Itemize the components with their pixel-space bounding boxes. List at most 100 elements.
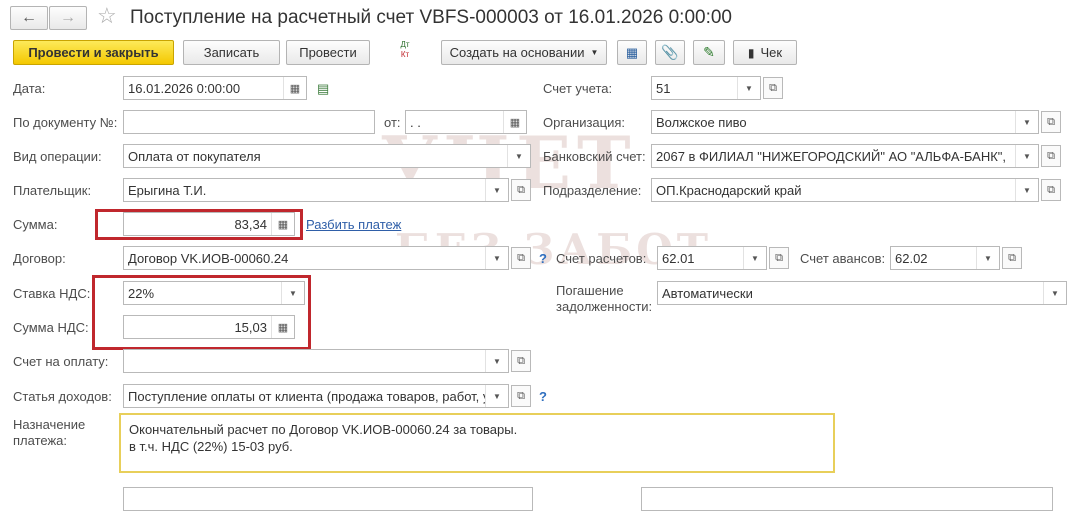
chevron-down-icon[interactable]: ▼ [485,247,508,269]
attach-button[interactable]: 📎 [655,40,685,65]
contract-field[interactable]: Договор VK.ИОВ-00060.24 ▼ [123,246,509,270]
kt-label: Кт [400,50,410,59]
income-help-icon[interactable]: ? [539,389,547,404]
chevron-down-icon[interactable]: ▼ [507,145,530,167]
bank-account-label: Банковский счет: [543,149,646,164]
calc-account-field[interactable]: 62.01 ▼ [657,246,767,270]
open-invoice-button[interactable]: ⧉ [511,350,531,372]
open-payer-button[interactable]: ⧉ [511,179,531,201]
contract-label: Договор: [13,251,66,266]
date-field[interactable]: 16.01.2026 0:00:00 ▦ [123,76,307,100]
chevron-down-icon[interactable]: ▼ [743,247,766,269]
chevron-down-icon[interactable]: ▼ [1015,179,1038,201]
account-label: Счет учета: [543,81,613,96]
window-title: Поступление на расчетный счет VBFS-00000… [130,7,732,28]
department-field[interactable]: ОП.Краснодарский край ▼ [651,178,1039,202]
organization-field[interactable]: Волжское пиво ▼ [651,110,1039,134]
payment-purpose-textarea[interactable]: Окончательный расчет по Договор VK.ИОВ-0… [119,413,835,473]
vat-highlight [92,275,311,350]
from-date-field[interactable]: . . ▦ [405,110,527,134]
organization-label: Организация: [543,115,626,130]
vat-rate-label: Ставка НДС: [13,286,91,301]
calendar-icon[interactable]: ▦ [503,111,526,133]
post-and-close-button[interactable]: Провести и закрыть [13,40,174,65]
receipt-button[interactable]: ▮ Чек [733,40,797,65]
doc-number-field[interactable] [123,110,375,134]
bank-account-field[interactable]: 2067 в ФИЛИАЛ "НИЖЕГОРОДСКИЙ" АО "АЛЬФА-… [651,144,1039,168]
arrow-left-icon: ← [21,9,37,26]
chevron-down-icon[interactable]: ▼ [485,385,508,407]
calendar-icon[interactable]: ▦ [283,77,306,99]
open-department-button[interactable]: ⧉ [1041,179,1061,201]
purpose-label-line1: Назначение [13,417,86,432]
create-based-on-button[interactable]: Создать на основании ▼ [441,40,607,65]
contract-value: Договор VK.ИОВ-00060.24 [128,250,289,266]
from-date-value: . . [410,114,421,130]
purpose-label-line2: платежа: [13,433,67,448]
chevron-down-icon[interactable]: ▼ [485,179,508,201]
operation-label: Вид операции: [13,149,102,164]
department-label: Подразделение: [543,183,642,198]
forward-button[interactable]: → [49,6,87,30]
open-contract-button[interactable]: ⧉ [511,247,531,269]
bank-account-value: 2067 в ФИЛИАЛ "НИЖЕГОРОДСКИЙ" АО "АЛЬФА-… [656,148,1007,164]
doc-number-label: По документу №: [13,115,118,130]
chevron-down-icon[interactable]: ▼ [737,77,760,99]
dt-kt-button[interactable]: Дт Кт [393,40,417,65]
organization-value: Волжское пиво [656,114,747,130]
open-income-item-button[interactable]: ⧉ [511,385,531,407]
structure-button[interactable]: ▦ [617,40,647,65]
invoice-label: Счет на оплату: [13,354,109,369]
dt-label: Дт [400,40,410,49]
cash-register-icon: ▮ [747,45,755,60]
document-list-icon[interactable]: ▤ [317,81,329,97]
income-item-field[interactable]: Поступление оплаты от клиента (продажа т… [123,384,509,408]
date-value: 16.01.2026 0:00:00 [128,80,241,96]
operation-select[interactable]: Оплата от покупателя ▼ [123,144,531,168]
account-value: 51 [656,80,671,96]
purpose-line-2: в т.ч. НДС (22%) 15-03 руб. [129,439,293,454]
debt-repayment-label-line1: Погашение [556,283,624,298]
structure-icon: ▦ [625,44,639,60]
invoice-field[interactable]: ▼ [123,349,509,373]
favorite-star-icon[interactable]: ☆ [97,3,117,29]
payer-label: Плательщик: [13,183,92,198]
save-button[interactable]: Записать [183,40,280,65]
purpose-line-1: Окончательный расчет по Договор VK.ИОВ-0… [129,422,518,437]
chevron-down-icon: ▼ [590,48,599,57]
chevron-down-icon[interactable]: ▼ [976,247,999,269]
payer-value: Ерыгина Т.И. [128,182,207,198]
income-item-label: Статья доходов: [13,389,112,404]
calc-account-value: 62.01 [662,250,695,266]
department-value: ОП.Краснодарский край [656,182,802,198]
chevron-down-icon[interactable]: ▼ [485,350,508,372]
open-advance-account-button[interactable]: ⧉ [1002,247,1022,269]
account-field[interactable]: 51 ▼ [651,76,761,100]
operation-value: Оплата от покупателя [128,148,261,164]
sum-label: Сумма: [13,217,58,232]
chevron-down-icon[interactable]: ▼ [1043,282,1066,304]
open-calc-account-button[interactable]: ⧉ [769,247,789,269]
advance-account-value: 62.02 [895,250,928,266]
open-bank-account-button[interactable]: ⧉ [1041,145,1061,167]
open-account-button[interactable]: ⧉ [763,77,783,99]
sign-button[interactable]: ✎ [693,40,725,65]
pen-icon: ✎ [703,44,715,60]
contract-help-icon[interactable]: ? [539,251,547,266]
advance-account-label: Счет авансов: [800,251,886,266]
back-button[interactable]: ← [10,6,48,30]
debt-repayment-select[interactable]: Автоматически ▼ [657,281,1067,305]
chevron-down-icon[interactable]: ▼ [1015,145,1038,167]
arrow-right-icon: → [60,9,76,26]
advance-account-field[interactable]: 62.02 ▼ [890,246,1000,270]
create-based-on-label: Создать на основании [449,45,585,60]
split-payment-link[interactable]: Разбить платеж [306,217,401,232]
post-button[interactable]: Провести [286,40,370,65]
payer-field[interactable]: Ерыгина Т.И. ▼ [123,178,509,202]
from-label: от: [384,115,401,130]
debt-repayment-value: Автоматически [662,285,753,301]
chevron-down-icon[interactable]: ▼ [1015,111,1038,133]
open-organization-button[interactable]: ⧉ [1041,111,1061,133]
vat-sum-label: Сумма НДС: [13,320,89,335]
debt-repayment-label-line2: задолженности: [556,299,653,314]
